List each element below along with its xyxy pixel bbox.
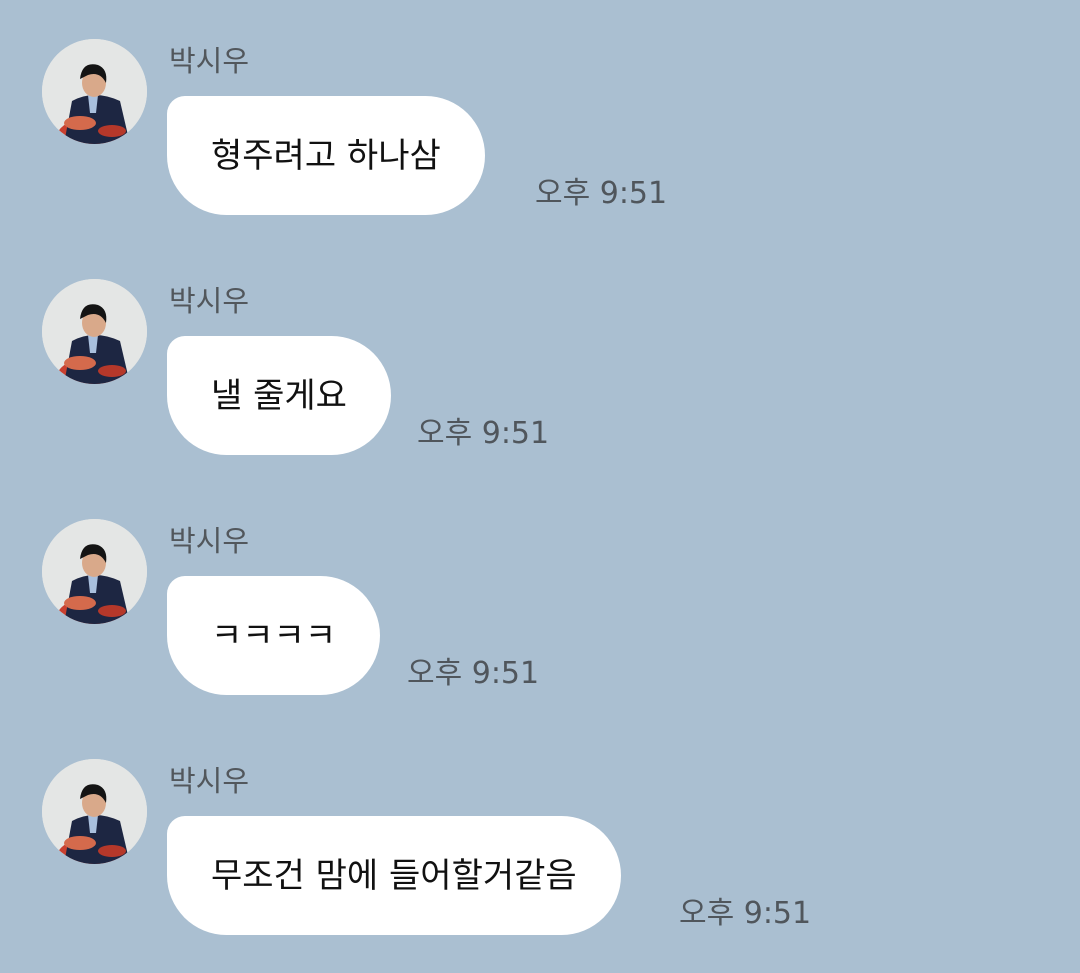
chat-message: 박시우 형주려고 하나삼 오후 9:51 — [0, 39, 1080, 239]
sender-avatar[interactable] — [42, 759, 147, 864]
message-timestamp: 오후 9:51 — [407, 656, 540, 691]
message-text: 무조건 맘에 들어할거같음 — [211, 855, 577, 896]
message-bubble[interactable]: 형주려고 하나삼 — [167, 96, 485, 215]
message-text: 형주려고 하나삼 — [211, 135, 441, 176]
sender-avatar[interactable] — [42, 39, 147, 144]
sender-name: 박시우 — [169, 284, 250, 318]
avatar-photo-icon — [42, 279, 147, 384]
chat-message: 박시우 무조건 맘에 들어할거같음 오후 9:51 — [0, 759, 1080, 959]
sender-name: 박시우 — [169, 764, 250, 798]
chat-message: 박시우 낼 줄게요 오후 9:51 — [0, 279, 1080, 479]
message-text: 낼 줄게요 — [211, 375, 347, 416]
avatar-photo-icon — [42, 39, 147, 144]
message-text: ㅋㅋㅋㅋ — [211, 615, 337, 656]
sender-avatar[interactable] — [42, 519, 147, 624]
message-timestamp: 오후 9:51 — [417, 416, 550, 451]
message-timestamp: 오후 9:51 — [679, 896, 812, 931]
sender-avatar[interactable] — [42, 279, 147, 384]
message-bubble[interactable]: ㅋㅋㅋㅋ — [167, 576, 381, 695]
message-timestamp: 오후 9:51 — [535, 176, 668, 211]
chat-message: 박시우 ㅋㅋㅋㅋ 오후 9:51 — [0, 519, 1080, 719]
sender-name: 박시우 — [169, 524, 250, 558]
avatar-photo-icon — [42, 519, 147, 624]
sender-name: 박시우 — [169, 44, 250, 78]
message-bubble[interactable]: 무조건 맘에 들어할거같음 — [167, 816, 621, 935]
avatar-photo-icon — [42, 759, 147, 864]
message-bubble[interactable]: 낼 줄게요 — [167, 336, 391, 455]
